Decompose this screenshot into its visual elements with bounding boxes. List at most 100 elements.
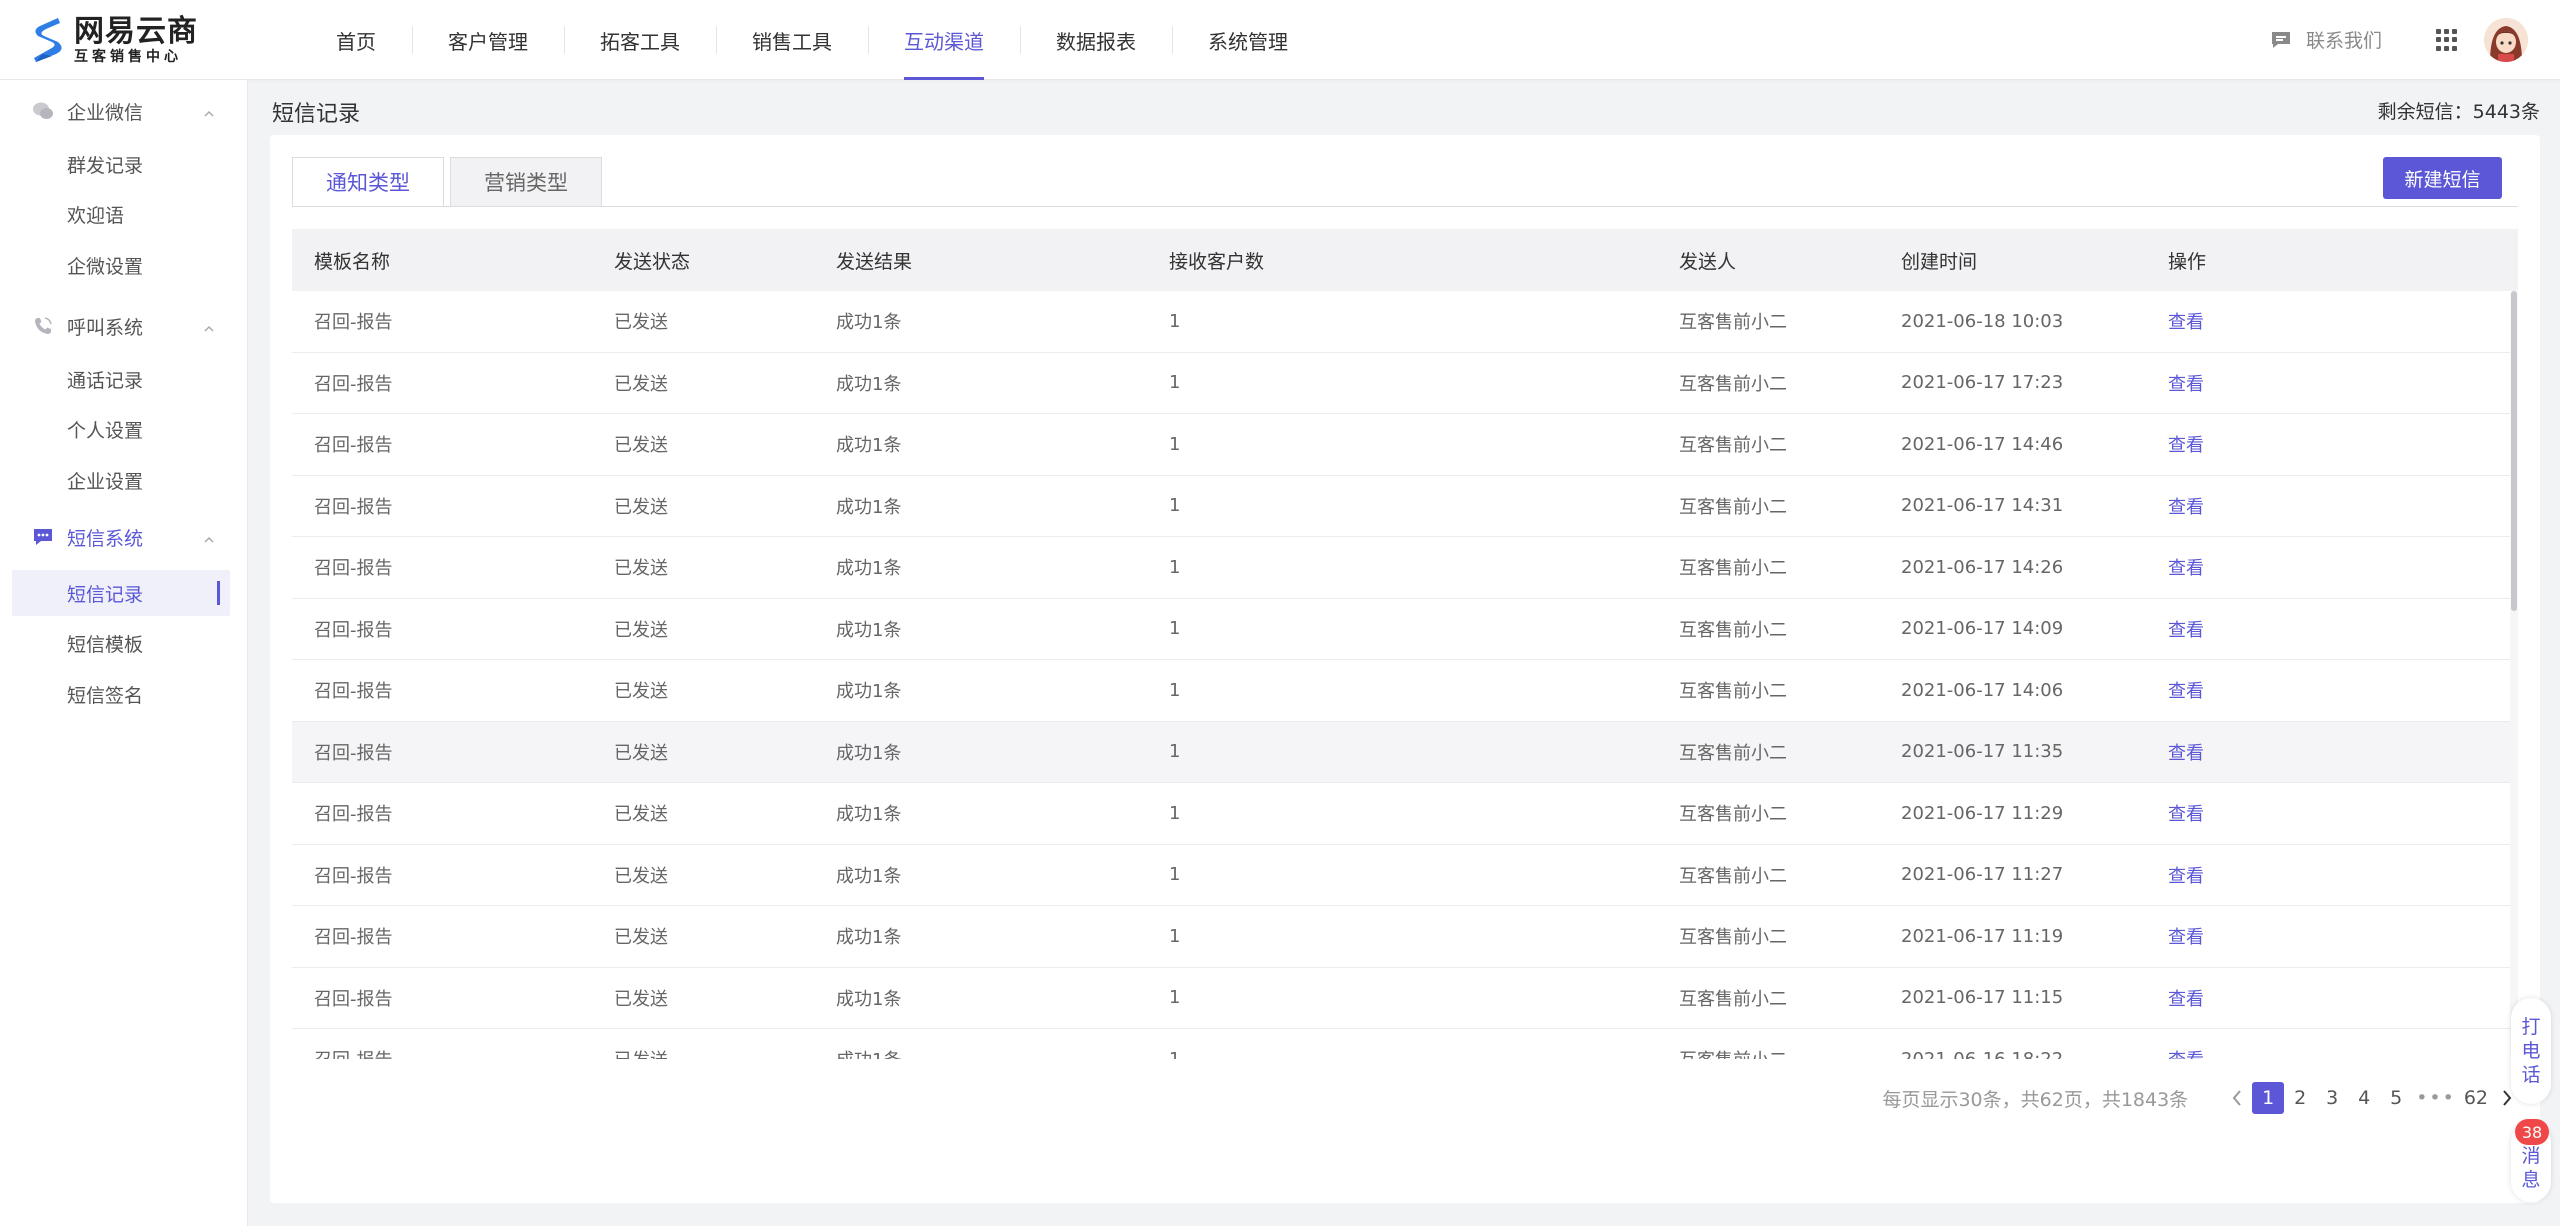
view-link[interactable]: 查看 — [2168, 370, 2368, 396]
table-row: 召回-报告 已发送 成功1条 1 互客售前小二 2021-06-17 14:09 查看 — [292, 599, 2518, 660]
table-cell: 1 — [1169, 987, 1181, 1009]
table-cell: 1 — [1169, 310, 1181, 332]
table-row: 召回-报告 已发送 成功1条 1 互客售前小二 2021-06-17 11:35 查看 — [292, 721, 2518, 783]
chevron-up-icon — [203, 529, 215, 543]
view-link[interactable]: 查看 — [2168, 493, 2368, 519]
sidebar-item[interactable]: 企微设置 — [12, 242, 230, 288]
sidebar-group-label: 企业微信 — [67, 101, 144, 124]
view-link[interactable]: 查看 — [2168, 800, 2368, 826]
table-cell: 成功1条 — [836, 619, 902, 641]
sidebar-item[interactable]: 通话记录 — [12, 356, 230, 402]
new-sms-button[interactable]: 新建短信 — [2383, 157, 2502, 199]
table-row: 召回-报告 已发送 成功1条 1 互客售前小二 2021-06-17 17:23 查看 — [292, 353, 2518, 414]
table-cell: 已发送 — [614, 435, 668, 457]
page-last[interactable]: 62 — [2460, 1082, 2492, 1114]
scrollbar-thumb[interactable] — [2511, 291, 2517, 611]
view-link[interactable]: 查看 — [2168, 985, 2368, 1011]
nav-home[interactable]: 首页 — [300, 0, 412, 80]
table-cell: 成功1条 — [836, 435, 902, 457]
table-cell: 互客售前小二 — [1679, 619, 1787, 641]
view-link[interactable]: 查看 — [2168, 923, 2368, 949]
call-widget-button[interactable]: 打电话 — [2511, 998, 2551, 1104]
sidebar-group-0[interactable]: 企业微信 — [0, 91, 248, 131]
prev-page-button[interactable] — [2222, 1083, 2252, 1113]
table-cell: 互客售前小二 — [1679, 496, 1787, 518]
view-link[interactable]: 查看 — [2168, 1046, 2368, 1059]
table-cell: 召回-报告 — [292, 1046, 614, 1059]
sidebar-item[interactable]: 个人设置 — [12, 406, 230, 452]
table-row: 召回-报告已发送成功1条1互客售前小二2021-06-16 18:22查看 — [292, 1029, 2518, 1059]
logo[interactable]: 网易云商 互客销售中心 — [28, 14, 198, 66]
sidebar-item[interactable]: 群发记录 — [12, 141, 230, 187]
page-1[interactable]: 1 — [2252, 1082, 2285, 1114]
sidebar: 企业微信 群发记录 欢迎语 企微设置 呼叫系统 通话记录 个人设置 企业设置 短信系统 短信记录短… — [0, 80, 248, 1226]
contact-us-button[interactable]: 联系我们 — [2270, 26, 2382, 53]
tab-0[interactable]: 通知类型 — [292, 157, 444, 207]
table-cell: 互客售前小二 — [1679, 804, 1787, 826]
page-4[interactable]: 4 — [2348, 1082, 2380, 1114]
view-link[interactable]: 查看 — [2168, 431, 2368, 457]
sidebar-group-label: 短信系统 — [67, 527, 144, 550]
table-cell: 互客售前小二 — [1679, 312, 1787, 334]
table-cell: 1 — [1169, 1049, 1679, 1059]
sidebar-item[interactable]: 欢迎语 — [12, 191, 230, 237]
table-cell: 召回-报告 — [314, 681, 393, 703]
view-link[interactable]: 查看 — [2168, 616, 2368, 642]
sidebar-group-1[interactable]: 呼叫系统 — [0, 306, 248, 346]
table-row: 召回-报告 已发送 成功1条 1 互客售前小二 2021-06-17 14:31 查看 — [292, 476, 2518, 537]
table-row: 召回-报告 已发送 成功1条 1 互客售前小二 2021-06-17 11:29 查看 — [292, 783, 2518, 845]
nav-customer[interactable]: 客户管理 — [412, 0, 564, 80]
page-5[interactable]: 5 — [2380, 1082, 2412, 1114]
view-link[interactable]: 查看 — [2168, 862, 2368, 888]
contact-us-label: 联系我们 — [2306, 30, 2383, 52]
tab-1[interactable]: 营销类型 — [450, 157, 602, 207]
view-link[interactable]: 查看 — [2168, 739, 2368, 765]
sidebar-item[interactable]: 短信签名 — [12, 671, 230, 717]
sidebar-group-2[interactable]: 短信系统 — [0, 517, 248, 557]
sidebar-item[interactable]: 短信记录 — [12, 570, 230, 616]
chevron-right-icon — [2503, 1090, 2512, 1106]
top-navbar: 网易云商 互客销售中心 首页 客户管理 拓客工具 销售工具 互动渠道 数据报表 系统管理 联… — [0, 0, 2560, 80]
call-label-char: 打 — [2521, 1016, 2541, 1038]
sidebar-item[interactable]: 企业设置 — [12, 457, 230, 503]
table-cell: 召回-报告 — [314, 558, 393, 580]
nav-channels[interactable]: 互动渠道 — [868, 0, 1020, 80]
page-ellipsis[interactable]: ••• — [2412, 1082, 2460, 1114]
tabs-divider — [292, 206, 2518, 207]
table-cell: 召回-报告 — [314, 373, 393, 395]
page-3[interactable]: 3 — [2316, 1082, 2348, 1114]
table-cell: 成功1条 — [836, 804, 902, 826]
msg-label-char: 消 — [2521, 1145, 2541, 1167]
nav-system[interactable]: 系统管理 — [1172, 0, 1324, 80]
table-cell: 2021-06-16 18:22 — [1901, 1049, 2168, 1059]
table-scrollbar[interactable] — [2510, 291, 2518, 1059]
sidebar-item[interactable]: 短信模板 — [12, 620, 230, 666]
apps-grid-icon[interactable] — [2436, 29, 2458, 51]
table-cell: 成功1条 — [836, 927, 902, 949]
table-cell: 1 — [1169, 925, 1181, 947]
avatar[interactable] — [2484, 18, 2528, 62]
table-cell: 1 — [1169, 556, 1181, 578]
column-header: 接收客户数 — [1169, 250, 1265, 273]
nav-prospecting[interactable]: 拓客工具 — [564, 0, 716, 80]
nav-reports[interactable]: 数据报表 — [1020, 0, 1172, 80]
column-header: 发送结果 — [836, 250, 913, 273]
table-cell: 召回-报告 — [314, 619, 393, 641]
page-2[interactable]: 2 — [2284, 1082, 2316, 1114]
view-link[interactable]: 查看 — [2168, 554, 2368, 580]
content-card: 通知类型 营销类型 新建短信 模板名称 发送状态 发送结果 接收客户数 发送人 创建时间 操作… — [270, 135, 2540, 1203]
table-cell: 已发送 — [614, 373, 668, 395]
column-header: 发送人 — [1679, 250, 1737, 273]
table-cell: 2021-06-17 14:09 — [1901, 618, 2064, 640]
call-label-char: 电 — [2521, 1040, 2541, 1062]
table-cell: 2021-06-17 11:29 — [1901, 802, 2064, 824]
view-link[interactable]: 查看 — [2168, 677, 2368, 703]
table-cell: 1 — [1169, 618, 1181, 640]
table-cell: 召回-报告 — [314, 742, 393, 764]
nav-sales-tools[interactable]: 销售工具 — [716, 0, 868, 80]
sms-icon — [32, 526, 54, 548]
logo-title: 网易云商 — [74, 14, 198, 49]
table-cell: 召回-报告 — [314, 865, 393, 887]
view-link[interactable]: 查看 — [2168, 308, 2368, 334]
call-label-char: 话 — [2521, 1064, 2541, 1086]
